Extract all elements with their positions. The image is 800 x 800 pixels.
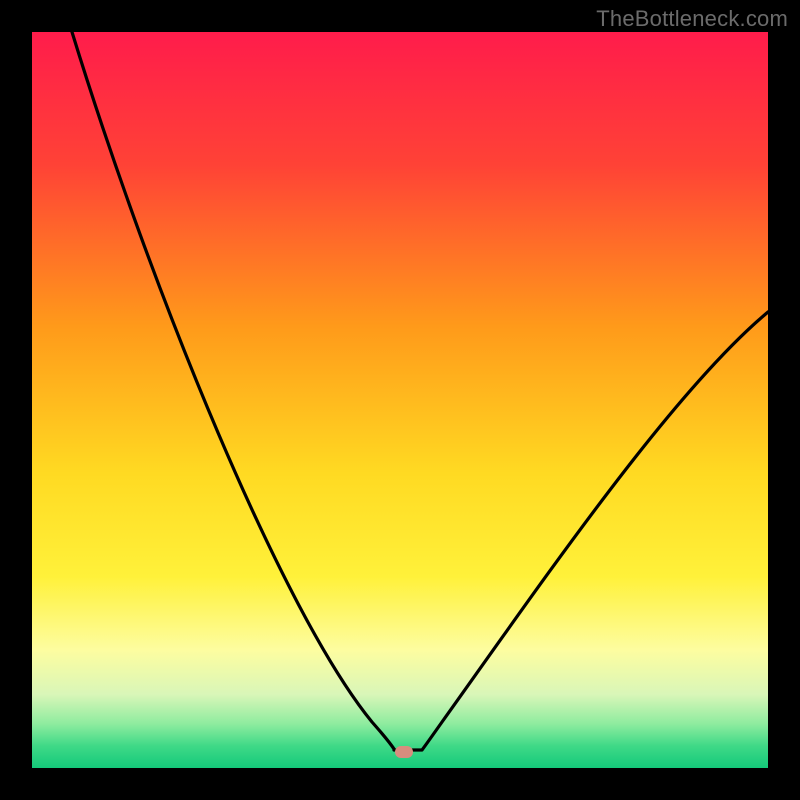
plot-area — [32, 32, 768, 768]
optimal-point-marker — [395, 746, 413, 758]
watermark-text: TheBottleneck.com — [596, 6, 788, 32]
gradient-background — [32, 32, 768, 768]
chart-frame: TheBottleneck.com — [0, 0, 800, 800]
